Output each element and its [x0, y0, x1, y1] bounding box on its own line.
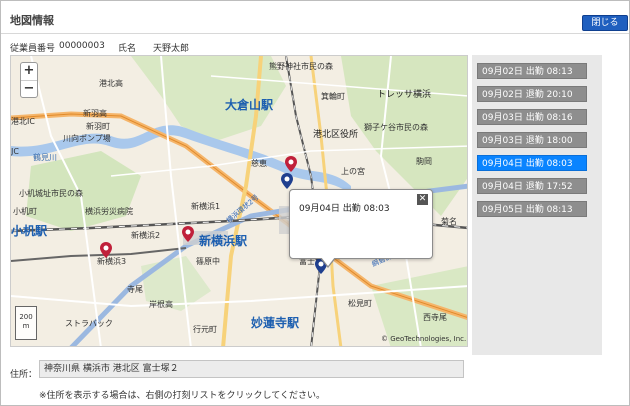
page-title: 地図情報 [10, 14, 54, 27]
popup-tail-inner [321, 257, 335, 266]
label-shinhane-hs: 新羽高 [83, 109, 107, 118]
label-kamonocho: 上の宮 [341, 167, 365, 176]
employee-name-value: 天野太郎 [153, 44, 190, 54]
punch-list-item-selected[interactable]: 09月04日 出勤 08:03 [477, 155, 587, 171]
label-strabag: ストラバック [65, 319, 113, 328]
label-trecia: トレッサ横浜 [377, 90, 432, 100]
address-note: ※住所を表示する場合は、右側の打刻リストをクリックしてください。 [39, 391, 326, 401]
popup-text: 09月04日 出勤 08:03 [299, 204, 390, 214]
label-kozukue-forest: 小机城址市民の森 [19, 189, 83, 198]
punch-list-item[interactable]: 09月03日 退勤 18:00 [477, 132, 587, 148]
label-yokohama-labor: 横浜労災病院 [85, 207, 133, 216]
zoom-in-button[interactable]: + [21, 63, 37, 80]
label-jeio: 慈恵 [251, 159, 267, 168]
map-copyright: © GeoTechnologies, Inc. [381, 335, 467, 343]
pin-red-marker[interactable] [100, 242, 112, 258]
punch-list-panel: 09月02日 出勤 08:13 09月02日 退勤 20:10 09月03日 出… [472, 55, 602, 355]
punch-list-item[interactable]: 09月04日 退勤 17:52 [477, 178, 587, 194]
label-kohoku-office: 港北区役所 [313, 130, 359, 140]
label-kishine: 岸根高 [149, 300, 173, 309]
employee-name-label: 氏名 [118, 44, 137, 54]
label-shishigaya: 獅子ケ谷市民の森 [364, 123, 428, 132]
address-field: 神奈川県 横浜市 港北区 富士塚２ [39, 360, 464, 378]
employee-id-label: 従業員番号 [10, 44, 56, 54]
label-kohoku-hs: 港北高 [99, 79, 123, 88]
punch-list-item[interactable]: 09月02日 退勤 20:10 [477, 86, 587, 102]
label-kozukue-town: 小机町 [13, 207, 37, 216]
address-label: 住所： [10, 370, 38, 380]
label-shinhane-town: 新羽町 [86, 122, 110, 131]
scale-bar: 200 m [15, 306, 37, 340]
map-info-window: 地図情報 閉じる 従業員番号 00000003 氏名 天野太郎 + − 大倉山駅… [0, 0, 630, 406]
station-kozukue: 小机駅 [11, 224, 48, 238]
pin-blue-marker[interactable] [281, 173, 293, 189]
info-popup: 09月04日 出勤 08:03 ✕ [289, 189, 433, 268]
label-teramae: 寺尾 [127, 285, 143, 294]
employee-id-value: 00000003 [59, 41, 105, 51]
label-tsurumi-river: 鶴見川 [33, 153, 57, 162]
label-shinyokohama2: 新横浜2 [131, 231, 161, 240]
station-okurayama: 大倉山駅 [225, 98, 274, 112]
label-tsunashima-forest: 熊野神社市民の森 [269, 62, 333, 71]
label-shinyokohama1: 新横浜1 [191, 202, 221, 211]
station-shinyokohama: 新横浜駅 [199, 234, 248, 248]
label-kawamukai-pump: 川向ポンプ場 [63, 134, 111, 143]
label-gyomaecho: 行元町 [193, 325, 217, 334]
label-nishiterao: 西寺尾 [423, 313, 447, 322]
label-matsumi: 松見町 [348, 299, 372, 308]
close-button[interactable]: 閉じる [582, 15, 628, 31]
station-myorenji: 妙蓮寺駅 [251, 316, 300, 330]
zoom-control: + − [20, 62, 38, 98]
pin-red-marker[interactable] [182, 226, 194, 242]
pin-red-marker[interactable] [285, 156, 297, 172]
punch-list-item[interactable]: 09月02日 出勤 08:13 [477, 63, 587, 79]
label-kikuna: 菊名 [441, 217, 457, 226]
punch-list-item[interactable]: 09月05日 出勤 08:13 [477, 201, 587, 217]
popup-close-icon[interactable]: ✕ [417, 194, 428, 205]
label-jc: JC [11, 147, 19, 156]
map-view[interactable]: + − 大倉山駅 新横浜駅 小机駅 妙蓮寺駅 トレッサ横浜 港北区役所 獅子ケ谷… [10, 55, 468, 347]
punch-list-item[interactable]: 09月03日 出勤 08:16 [477, 109, 587, 125]
label-komaoka: 駒岡 [416, 157, 432, 166]
label-shinohara: 篠原中 [196, 257, 220, 266]
label-kohoku-ic: 港北IC [11, 117, 35, 126]
label-makuncho: 箕輪町 [321, 92, 345, 101]
zoom-out-button[interactable]: − [21, 80, 37, 97]
title-divider [1, 33, 629, 34]
